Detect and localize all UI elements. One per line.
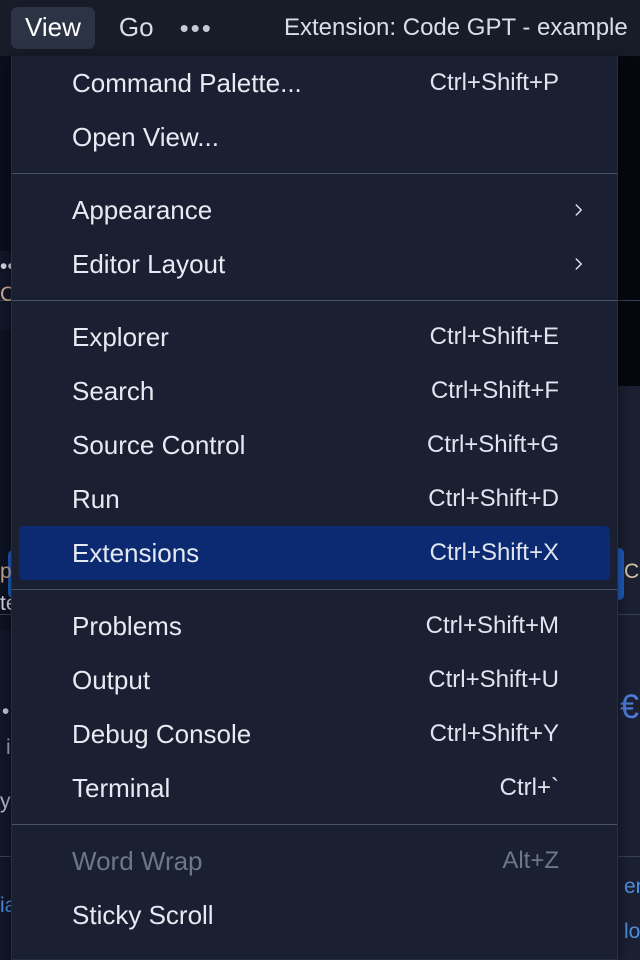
menu-item-terminal[interactable]: Terminal Ctrl+`: [19, 761, 610, 815]
window-title: Extension: Code GPT - example: [284, 0, 628, 56]
background-right-pane-top: [616, 56, 640, 386]
menu-group: Problems Ctrl+Shift+M Output Ctrl+Shift+…: [12, 599, 617, 815]
menu-item-label: Extensions: [72, 537, 200, 568]
menu-item-label: Search: [72, 375, 155, 406]
menu-item-output[interactable]: Output Ctrl+Shift+U: [19, 653, 610, 707]
menu-item-problems[interactable]: Problems Ctrl+Shift+M: [19, 599, 610, 653]
menu-item-shortcut: Ctrl+Shift+U: [428, 666, 559, 693]
menu-group: Explorer Ctrl+Shift+E Search Ctrl+Shift+…: [12, 310, 617, 580]
background-divider: [616, 614, 640, 615]
menu-item-appearance[interactable]: Appearance: [19, 183, 610, 237]
menu-separator: [12, 300, 617, 301]
menu-separator: [12, 589, 617, 590]
menu-item-shortcut: Ctrl+Shift+P: [429, 69, 559, 96]
menu-group: Appearance Editor Layout: [12, 183, 617, 291]
menu-group: Command Palette... Ctrl+Shift+P Open Vie…: [12, 56, 617, 164]
menu-item-label: Output: [72, 664, 151, 695]
menu-separator: [12, 824, 617, 825]
menubar-item-go-label: Go: [118, 12, 154, 43]
titlebar: View Go ••• Extension: Code GPT - exampl…: [0, 0, 640, 56]
menu-item-command-palette[interactable]: Command Palette... Ctrl+Shift+P: [19, 56, 610, 110]
menu-item-shortcut: Ctrl+Shift+X: [429, 539, 559, 566]
view-dropdown-menu: Command Palette... Ctrl+Shift+P Open Vie…: [11, 56, 618, 960]
menu-item-label: Appearance: [72, 194, 213, 225]
menubar-item-view[interactable]: View: [11, 7, 95, 49]
menu-item-search[interactable]: Search Ctrl+Shift+F: [19, 364, 610, 418]
menu-item-sticky-scroll[interactable]: Sticky Scroll: [19, 888, 610, 942]
menu-item-label: Sticky Scroll: [72, 899, 214, 930]
menu-item-label: Command Palette...: [72, 67, 302, 98]
menu-item-word-wrap: Word Wrap Alt+Z: [19, 834, 610, 888]
menubar-item-view-label: View: [25, 12, 81, 43]
menu-item-label: Source Control: [72, 429, 246, 460]
menu-item-open-view[interactable]: Open View...: [19, 110, 610, 164]
menu-item-label: Terminal: [72, 772, 171, 803]
chevron-right-icon: [574, 199, 596, 221]
window-title-label: Extension: Code GPT - example: [284, 14, 628, 41]
menu-item-run[interactable]: Run Ctrl+Shift+D: [19, 472, 610, 526]
menu-item-shortcut: Ctrl+Shift+G: [426, 431, 559, 458]
chevron-right-icon: [574, 253, 596, 275]
menu-item-label: Explorer: [72, 321, 169, 352]
background-right-pane-bottom: [616, 386, 640, 960]
menu-item-label: Editor Layout: [72, 248, 226, 279]
menu-item-editor-layout[interactable]: Editor Layout: [19, 237, 610, 291]
menu-item-label: Open View...: [72, 121, 219, 152]
menu-item-label: Run: [72, 483, 120, 514]
menu-item-shortcut: Ctrl+Shift+Y: [429, 720, 559, 747]
menubar-item-go[interactable]: Go: [105, 7, 168, 48]
menu-item-label: Debug Console: [72, 718, 252, 749]
menu-item-shortcut: Ctrl+Shift+D: [428, 485, 559, 512]
menu-item-extensions[interactable]: Extensions Ctrl+Shift+X: [19, 526, 610, 580]
background-divider: [616, 300, 640, 301]
menu-item-shortcut: Alt+Z: [502, 847, 559, 874]
menu-item-label: Word Wrap: [72, 845, 203, 876]
menu-item-shortcut: Ctrl+Shift+M: [425, 612, 559, 639]
menu-separator: [12, 173, 617, 174]
menu-item-shortcut: Ctrl+`: [499, 774, 559, 801]
menu-item-shortcut: Ctrl+Shift+E: [429, 323, 559, 350]
menu-item-shortcut: Ctrl+Shift+F: [430, 377, 559, 404]
menu-item-source-control[interactable]: Source Control Ctrl+Shift+G: [19, 418, 610, 472]
menu-item-debug-console[interactable]: Debug Console Ctrl+Shift+Y: [19, 707, 610, 761]
menubar-overflow-icon[interactable]: •••: [168, 15, 225, 41]
menu-item-explorer[interactable]: Explorer Ctrl+Shift+E: [19, 310, 610, 364]
menu-group: Word Wrap Alt+Z Sticky Scroll: [12, 834, 617, 942]
background-divider: [616, 856, 640, 857]
menu-item-label: Problems: [72, 610, 182, 641]
